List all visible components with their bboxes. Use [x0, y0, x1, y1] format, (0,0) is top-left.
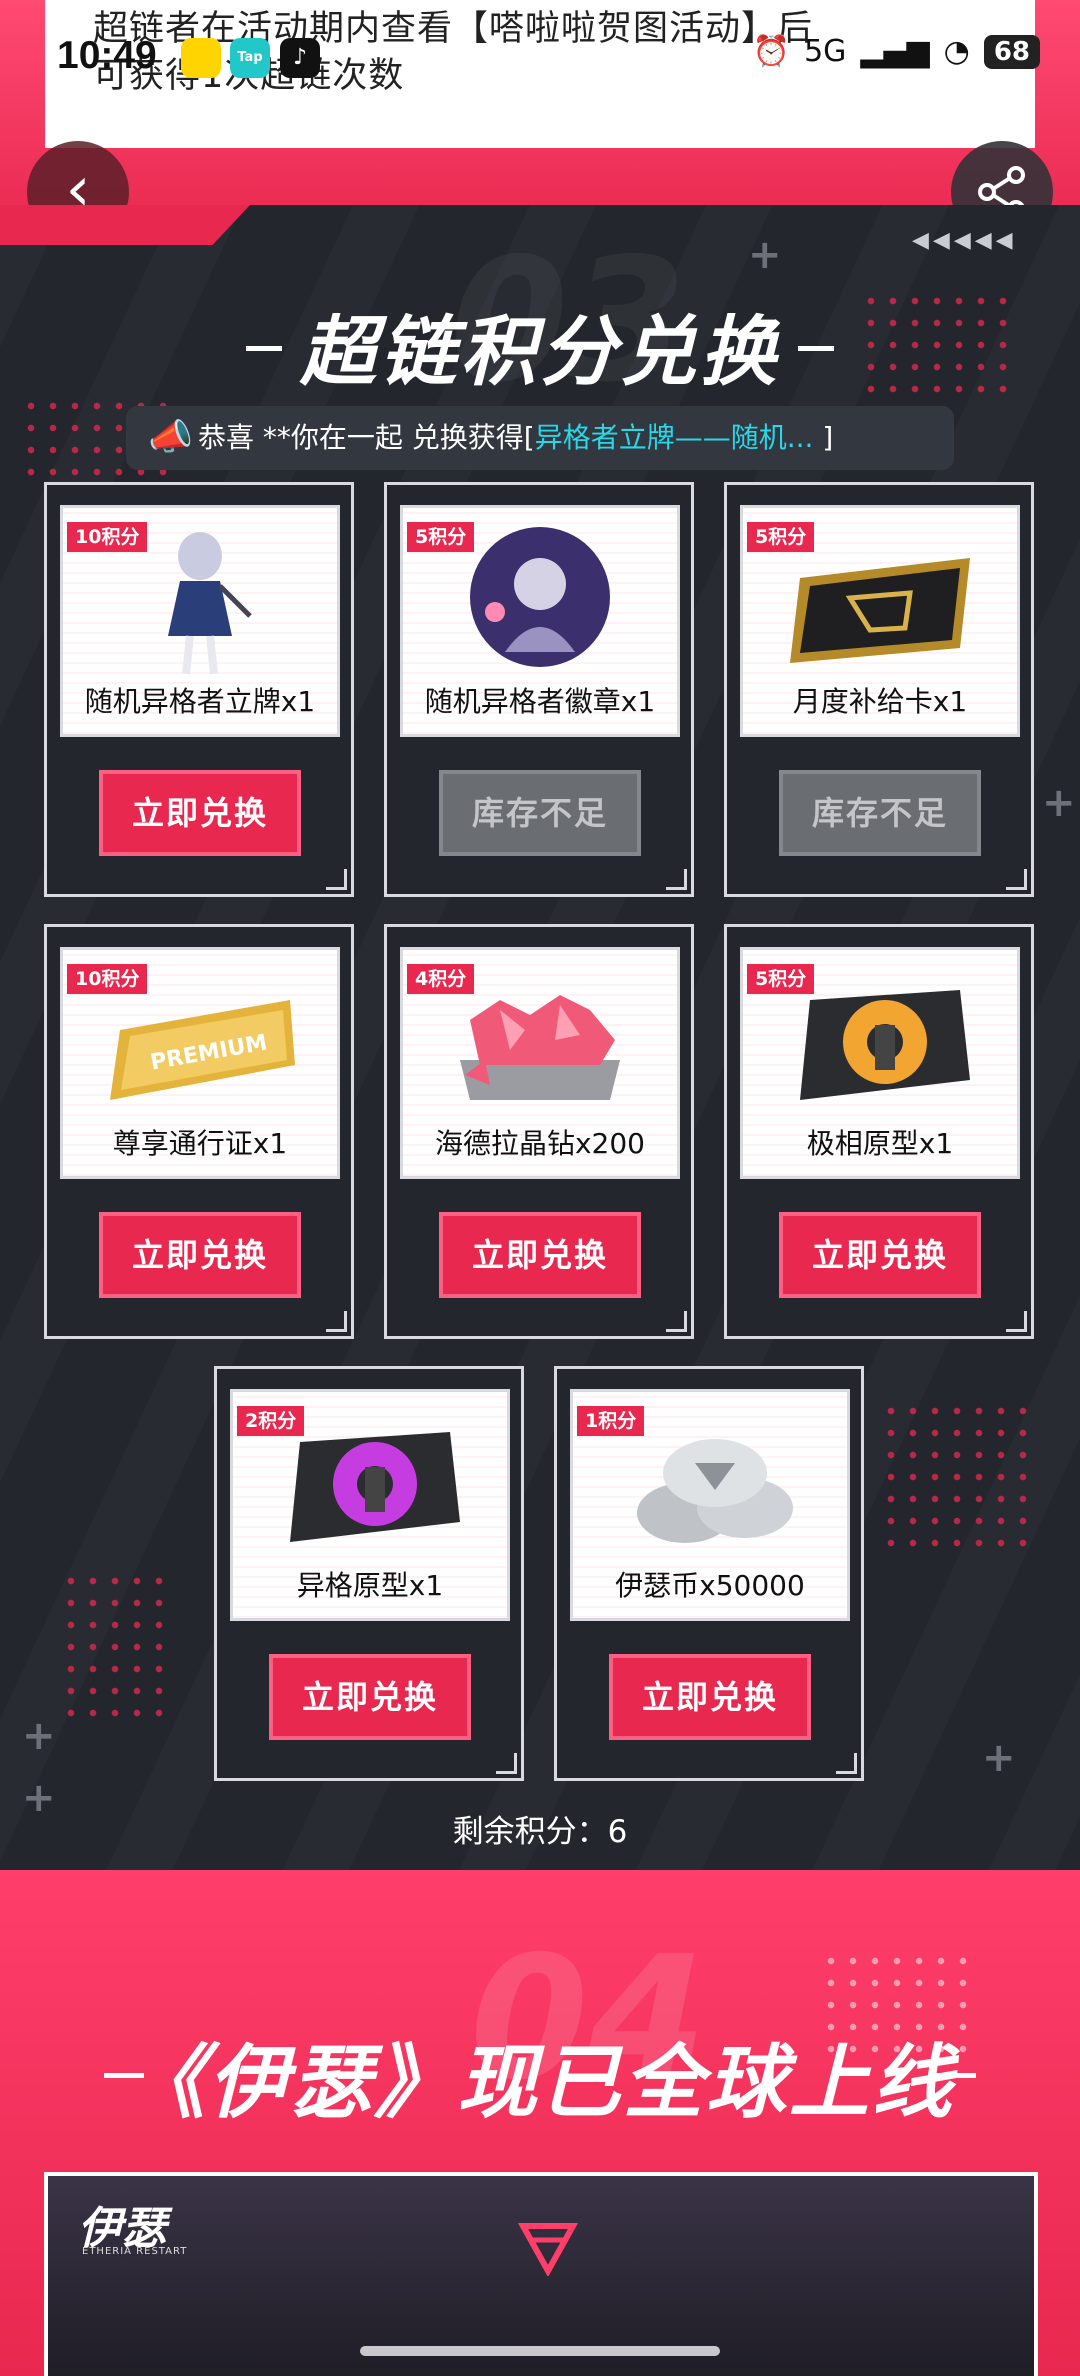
notice-prefix: 恭喜 **你在一起 兑换获得[ — [198, 421, 535, 454]
out-of-stock-button[interactable]: 库存不足 — [779, 770, 981, 856]
coins-image — [637, 1439, 793, 1543]
plus-decoration: + — [748, 232, 782, 278]
wifi-icon: ◔ — [943, 34, 970, 69]
polar-prototype-image — [800, 990, 970, 1100]
reward-card: 10积分 随机异格者立牌x1 立即兑换 — [44, 482, 354, 897]
taptap-icon: Tap — [230, 38, 270, 78]
exchange-notice-bar: 📣 恭喜 **你在一起 兑换获得[异格者立牌——随机... ] — [126, 406, 954, 470]
reward-name: 月度补给卡x1 — [792, 685, 968, 718]
variant-prototype-image — [290, 1432, 460, 1542]
megaphone-icon: 📣 — [148, 417, 193, 458]
character-badge-image — [470, 527, 610, 667]
plus-decoration: + — [982, 1735, 1016, 1781]
reward-card: 1积分 伊瑟币x50000 立即兑换 — [554, 1366, 864, 1781]
character-standee-image — [168, 532, 252, 675]
signal-icon: ▂▄▆ — [860, 34, 930, 69]
reward-image-box: 5积分 极相原型x1 — [740, 947, 1020, 1179]
dots-decoration — [60, 1570, 170, 1730]
reward-image-box: 5积分 月度补给卡x1 — [740, 505, 1020, 737]
section-title: 超链积分兑换 — [300, 307, 780, 396]
exchange-button[interactable]: 立即兑换 — [269, 1654, 471, 1740]
reward-image-box: 5积分 随机异格者徽章x1 — [400, 505, 680, 737]
reward-card: 5积分 月度补给卡x1 库存不足 — [724, 482, 1034, 897]
exchange-button[interactable]: 立即兑换 — [779, 1212, 981, 1298]
plus-decoration: + — [1042, 780, 1076, 826]
reward-name: 尊享通行证x1 — [112, 1127, 288, 1160]
reward-image-box: 4积分 海德拉晶钻x200 — [400, 947, 680, 1179]
arrows-decoration: ◀◀◀◀◀ — [912, 228, 1017, 253]
dots-decoration — [880, 1400, 1030, 1560]
reward-image-box: 2积分 异格原型x1 — [230, 1389, 510, 1621]
remaining-points: 剩余积分：6 — [452, 1814, 628, 1850]
home-indicator[interactable] — [360, 2346, 720, 2356]
reward-name: 随机异格者立牌x1 — [84, 685, 316, 718]
reward-image-box: 10积分 PREMIUM 尊享通行证x1 — [60, 947, 340, 1179]
network-label: 5G — [804, 34, 847, 69]
game-logo-subtitle: ETHERIA RESTART — [82, 2246, 188, 2257]
tiktok-icon: ♪ — [280, 38, 320, 78]
app-a-icon — [181, 38, 221, 78]
reward-card: 4积分 海德拉晶钻x200 立即兑换 — [384, 924, 694, 1339]
premium-pass-image: PREMIUM — [110, 1000, 295, 1100]
exchange-button[interactable]: 立即兑换 — [99, 770, 301, 856]
crystal-chest-image — [460, 995, 620, 1100]
reward-name: 海德拉晶钻x200 — [434, 1127, 645, 1160]
reward-card: 2积分 异格原型x1 立即兑换 — [214, 1366, 524, 1781]
notice-item: 异格者立牌——随机... — [534, 421, 814, 454]
reward-name: 伊瑟币x50000 — [615, 1569, 805, 1602]
panel-notch-decoration — [0, 205, 250, 245]
notice-suffix: ] — [822, 421, 834, 454]
reward-card: 5积分 随机异格者徽章x1 库存不足 — [384, 482, 694, 897]
battery-icon: 68 — [983, 34, 1040, 69]
out-of-stock-button[interactable]: 库存不足 — [439, 770, 641, 856]
reward-card: 5积分 极相原型x1 立即兑换 — [724, 924, 1034, 1339]
reward-name: 极相原型x1 — [806, 1127, 954, 1160]
exchange-button[interactable]: 立即兑换 — [439, 1212, 641, 1298]
reward-name: 随机异格者徽章x1 — [424, 685, 656, 718]
plus-decoration: + — [22, 1713, 56, 1759]
alarm-icon: ⏰ — [752, 34, 791, 69]
status-time: 10:49 — [57, 34, 157, 77]
game-emblem-icon — [518, 2223, 578, 2276]
status-right-cluster: ⏰ 5G ▂▄▆ ◔ 68 — [753, 34, 1040, 69]
reward-image-box: 1积分 伊瑟币x50000 — [570, 1389, 850, 1621]
title-dash-right — [798, 346, 834, 351]
title2-dash-right — [936, 2073, 976, 2078]
reward-name: 异格原型x1 — [296, 1569, 444, 1602]
reward-image-box: 10积分 随机异格者立牌x1 — [60, 505, 340, 737]
monthly-card-image — [790, 558, 970, 663]
reward-card: 10积分 PREMIUM 尊享通行证x1 立即兑换 — [44, 924, 354, 1339]
exchange-button[interactable]: 立即兑换 — [99, 1212, 301, 1298]
exchange-button[interactable]: 立即兑换 — [609, 1654, 811, 1740]
points-badge: 10积分 — [67, 522, 148, 552]
launch-title: 《伊瑟》现已全球上线 — [125, 2036, 955, 2129]
